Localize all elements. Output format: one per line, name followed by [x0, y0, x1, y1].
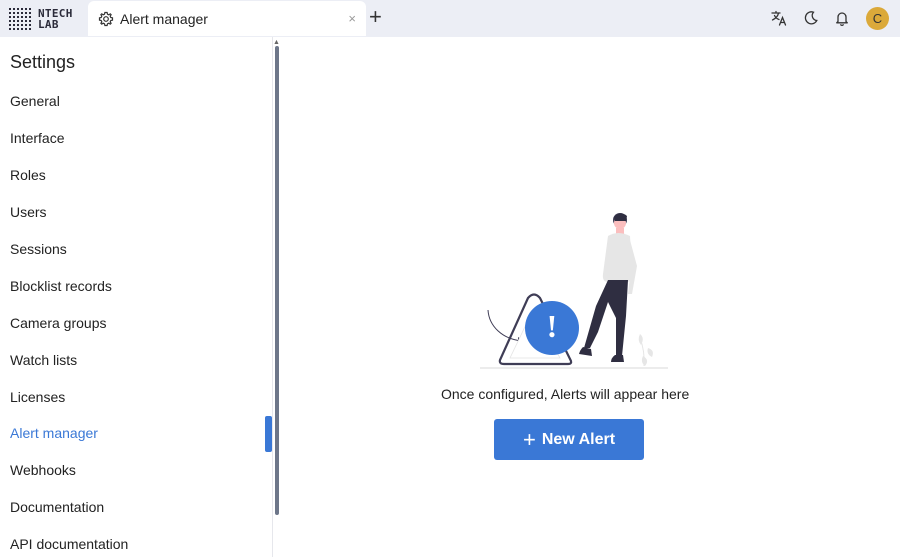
tab-close-icon[interactable]: ×	[348, 11, 356, 26]
sidebar-item-blocklist-records[interactable]: Blocklist records	[0, 267, 272, 304]
settings-sidebar: Settings General Interface Roles Users S…	[0, 37, 272, 557]
sidebar-scrollbar[interactable]	[275, 46, 279, 515]
sidebar-item-watch-lists[interactable]: Watch lists	[0, 341, 272, 378]
new-alert-button[interactable]: + New Alert	[494, 419, 644, 460]
tab-alert-manager[interactable]: Alert manager ×	[88, 1, 366, 36]
new-alert-label: New Alert	[541, 430, 616, 448]
sidebar-item-alert-manager[interactable]: Alert manager	[0, 415, 272, 452]
user-avatar[interactable]: C	[866, 7, 889, 30]
add-tab-button[interactable]: +	[369, 6, 382, 28]
settings-menu: General Interface Roles Users Sessions B…	[0, 83, 272, 557]
sidebar-item-licenses[interactable]: Licenses	[0, 378, 272, 415]
scroll-up-arrow-icon[interactable]: ▲	[273, 39, 280, 46]
sidebar-item-roles[interactable]: Roles	[0, 157, 272, 194]
sidebar-item-camera-groups[interactable]: Camera groups	[0, 304, 272, 341]
gear-icon	[98, 11, 114, 27]
bell-icon[interactable]	[832, 8, 852, 28]
sidebar-item-general[interactable]: General	[0, 83, 272, 120]
sidebar-item-sessions[interactable]: Sessions	[0, 231, 272, 268]
sidebar-item-documentation[interactable]: Documentation	[0, 489, 272, 526]
active-item-indicator	[265, 416, 272, 452]
empty-state-message: Once configured, Alerts will appear here	[441, 386, 690, 402]
moon-icon[interactable]	[801, 8, 821, 28]
sidebar-item-interface[interactable]: Interface	[0, 120, 272, 157]
top-bar: NTECH LAB Alert manager × + C	[0, 0, 900, 37]
logo-dot-grid-icon	[9, 8, 33, 30]
ntechlab-logo[interactable]: NTECH LAB	[9, 7, 73, 31]
tab-title: Alert manager	[120, 10, 208, 27]
logo-line-2: LAB	[38, 18, 59, 31]
alert-exclamation-mark: !	[547, 308, 558, 344]
logo-text: NTECH LAB	[38, 8, 73, 30]
sidebar-title: Settings	[10, 52, 76, 72]
sidebar-divider	[272, 37, 273, 557]
sidebar-item-webhooks[interactable]: Webhooks	[0, 452, 272, 489]
sidebar-item-users[interactable]: Users	[0, 194, 272, 231]
empty-alerts-illustration: !	[480, 213, 668, 369]
sidebar-item-api-documentation[interactable]: API documentation	[0, 526, 272, 557]
translate-icon[interactable]	[769, 8, 789, 28]
plus-icon: +	[522, 426, 536, 452]
